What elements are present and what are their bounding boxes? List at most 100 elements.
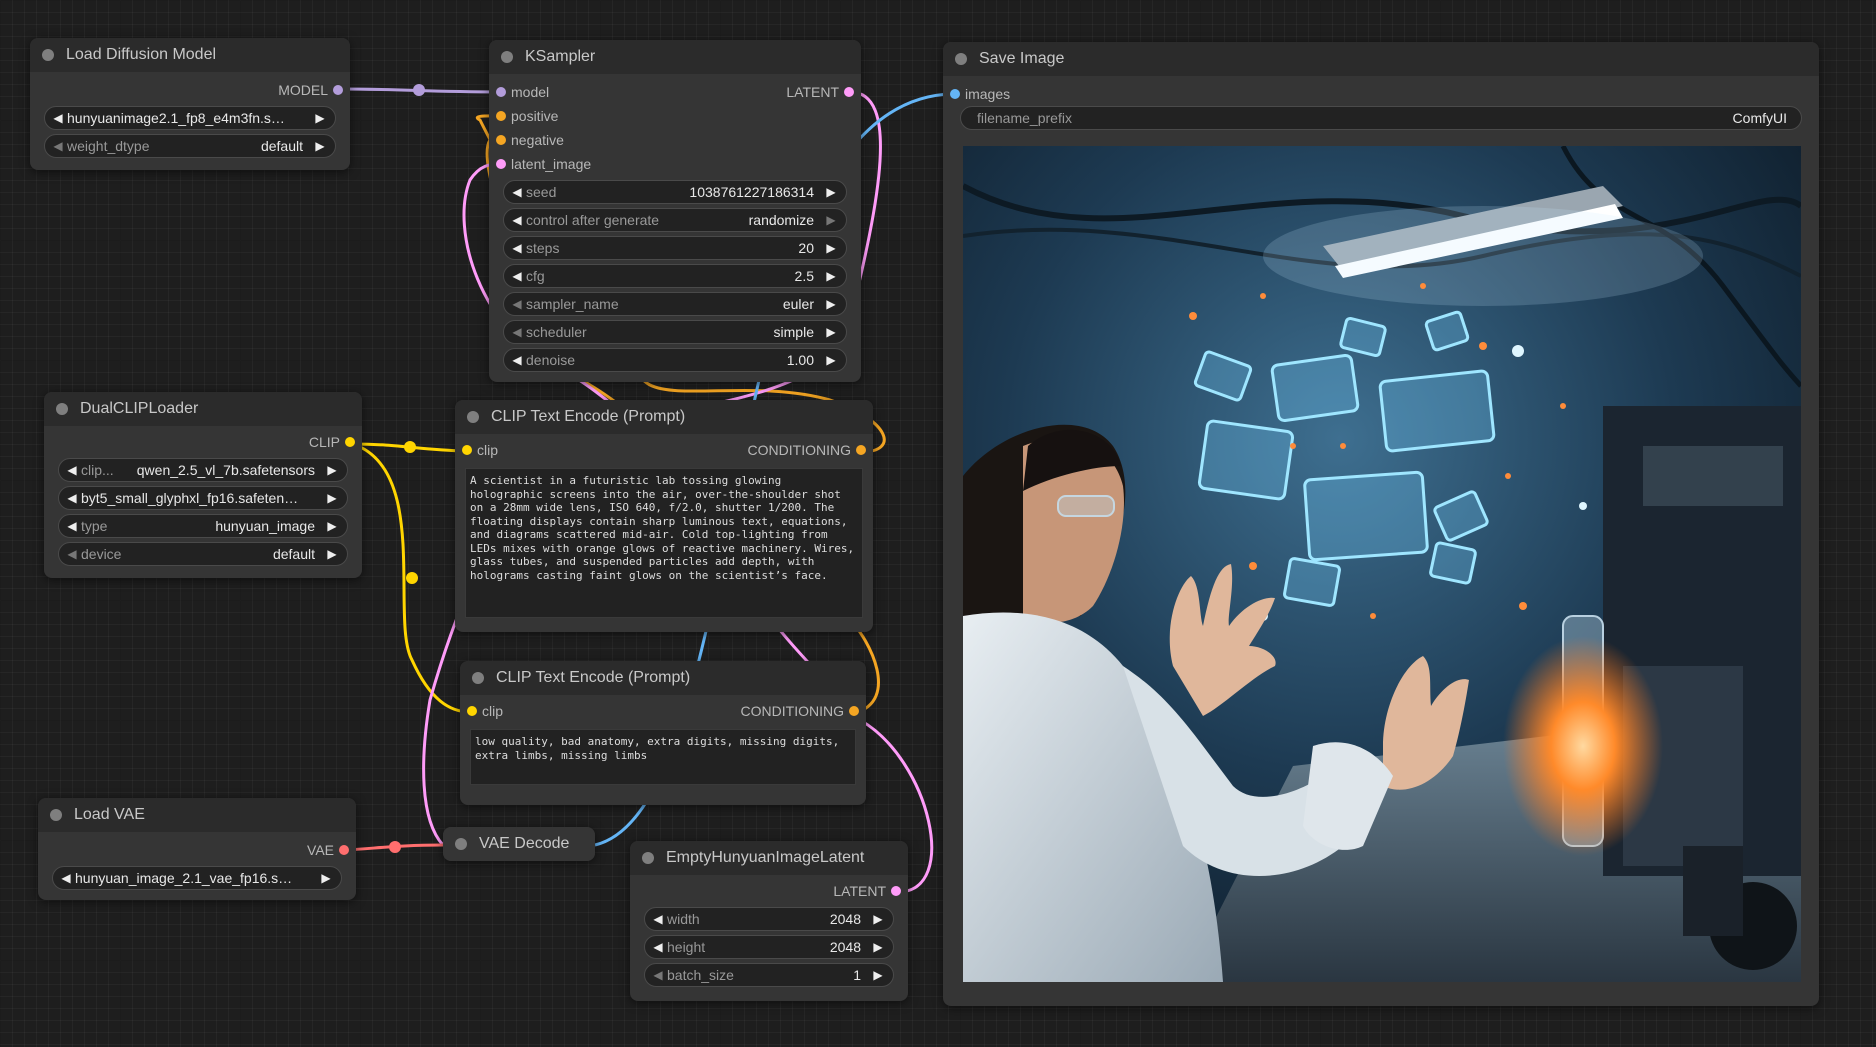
node-title[interactable]: EmptyHunyuanImageLatent [630,841,908,875]
arrow-left-icon[interactable]: ◀ [649,936,667,958]
arrow-right-icon[interactable]: ▶ [311,107,329,129]
node-empty-hunyuan-image-latent[interactable]: EmptyHunyuanImageLatent LATENT ◀ width 2… [630,841,908,1001]
node-save-image[interactable]: Save Image images filename_prefix ComfyU… [943,42,1819,1006]
collapse-dot-icon[interactable] [955,53,967,65]
arrow-right-icon[interactable]: ▶ [323,543,341,565]
arrow-left-icon[interactable]: ◀ [57,867,75,889]
prompt-textarea[interactable]: low quality, bad anatomy, extra digits, … [470,729,856,785]
collapse-dot-icon[interactable] [42,49,54,61]
widget-unet-name[interactable]: ◀ hunyuanimage2.1_fp8_e4m3fn.s… ▶ [44,106,336,130]
widget-filename-prefix[interactable]: filename_prefix ComfyUI [960,106,1802,130]
widget-cfg[interactable]: ◀ cfg 2.5 ▶ [503,264,847,288]
collapse-dot-icon[interactable] [56,403,68,415]
node-title[interactable]: CLIP Text Encode (Prompt) [455,400,873,434]
node-ksampler[interactable]: KSampler model LATENT positive negative … [489,40,861,382]
node-load-diffusion-model[interactable]: Load Diffusion Model MODEL ◀ hunyuanimag… [30,38,350,170]
node-title[interactable]: VAE Decode [443,827,595,861]
node-load-vae[interactable]: Load VAE VAE ◀ hunyuan_image_2.1_vae_fp1… [38,798,356,900]
widget-device[interactable]: ◀ device default ▶ [58,542,348,566]
arrow-left-icon[interactable]: ◀ [508,293,526,315]
widget-type[interactable]: ◀ type hunyuan_image ▶ [58,514,348,538]
output-port-model[interactable] [333,85,343,95]
node-clip-text-encode-positive[interactable]: CLIP Text Encode (Prompt) clip CONDITION… [455,400,873,632]
node-title[interactable]: KSampler [489,40,861,74]
arrow-left-icon[interactable]: ◀ [649,964,667,986]
arrow-right-icon[interactable]: ▶ [869,908,887,930]
arrow-right-icon[interactable]: ▶ [822,349,840,371]
node-dual-clip-loader[interactable]: DualCLIPLoader CLIP ◀ clip... qwen_2.5_v… [44,392,362,578]
arrow-right-icon[interactable]: ▶ [869,936,887,958]
arrow-right-icon[interactable]: ▶ [323,487,341,509]
arrow-right-icon[interactable]: ▶ [317,867,335,889]
input-port-positive[interactable] [496,111,506,121]
input-port-negative[interactable] [496,135,506,145]
arrow-left-icon[interactable]: ◀ [508,321,526,343]
arrow-right-icon[interactable]: ▶ [311,135,329,157]
arrow-left-icon[interactable]: ◀ [508,349,526,371]
collapse-dot-icon[interactable] [501,51,513,63]
widget-width[interactable]: ◀ width 2048 ▶ [644,907,894,931]
output-port-conditioning[interactable] [849,706,859,716]
widget-steps[interactable]: ◀ steps 20 ▶ [503,236,847,260]
arrow-left-icon[interactable]: ◀ [508,237,526,259]
widget-label: control after generate [526,212,660,228]
node-title[interactable]: Load VAE [38,798,356,832]
widget-sampler-name[interactable]: ◀ sampler_name euler ▶ [503,292,847,316]
collapse-dot-icon[interactable] [455,838,467,850]
arrow-left-icon[interactable]: ◀ [649,908,667,930]
widget-batch-size[interactable]: ◀ batch_size 1 ▶ [644,963,894,987]
arrow-right-icon[interactable]: ▶ [822,293,840,315]
widget-vae-name[interactable]: ◀ hunyuan_image_2.1_vae_fp16.s… ▶ [52,866,342,890]
arrow-left-icon[interactable]: ◀ [508,209,526,231]
generated-image-preview[interactable] [963,146,1801,982]
node-title-text: KSampler [525,48,596,65]
widget-weight-dtype[interactable]: ◀ weight_dtype default ▶ [44,134,336,158]
widget-clip-name2[interactable]: ◀ byt5_small_glyphxl_fp16.safeten… ▶ [58,486,348,510]
arrow-right-icon[interactable]: ▶ [869,964,887,986]
input-port-model[interactable] [496,87,506,97]
node-title[interactable]: Load Diffusion Model [30,38,350,72]
node-title[interactable]: CLIP Text Encode (Prompt) [460,661,866,695]
arrow-right-icon[interactable]: ▶ [323,515,341,537]
arrow-right-icon[interactable]: ▶ [822,321,840,343]
arrow-left-icon[interactable]: ◀ [63,459,81,481]
arrow-left-icon[interactable]: ◀ [508,265,526,287]
prompt-textarea[interactable]: A scientist in a futuristic lab tossing … [465,468,863,618]
arrow-left-icon[interactable]: ◀ [508,181,526,203]
output-port-vae[interactable] [339,845,349,855]
collapse-dot-icon[interactable] [472,672,484,684]
arrow-left-icon[interactable]: ◀ [63,515,81,537]
widget-clip-name1[interactable]: ◀ clip... qwen_2.5_vl_7b.safetensors ▶ [58,458,348,482]
output-port-conditioning[interactable] [856,445,866,455]
node-title[interactable]: Save Image [943,42,1819,76]
widget-height[interactable]: ◀ height 2048 ▶ [644,935,894,959]
arrow-right-icon[interactable]: ▶ [822,181,840,203]
arrow-left-icon[interactable]: ◀ [49,135,67,157]
widget-denoise[interactable]: ◀ denoise 1.00 ▶ [503,348,847,372]
node-clip-text-encode-negative[interactable]: CLIP Text Encode (Prompt) clip CONDITION… [460,661,866,805]
collapse-dot-icon[interactable] [642,852,654,864]
widget-control-after-generate[interactable]: ◀ control after generate randomize ▶ [503,208,847,232]
collapse-dot-icon[interactable] [467,411,479,423]
arrow-right-icon[interactable]: ▶ [822,237,840,259]
input-port-clip[interactable] [462,445,472,455]
output-port-latent[interactable] [844,87,854,97]
input-port-images[interactable] [950,89,960,99]
output-port-clip[interactable] [345,437,355,447]
output-port-latent[interactable] [891,886,901,896]
arrow-left-icon[interactable]: ◀ [49,107,67,129]
arrow-right-icon[interactable]: ▶ [323,459,341,481]
widget-scheduler[interactable]: ◀ scheduler simple ▶ [503,320,847,344]
arrow-left-icon[interactable]: ◀ [63,543,81,565]
widget-value: hunyuan_image [215,518,315,534]
arrow-right-icon[interactable]: ▶ [822,265,840,287]
arrow-left-icon[interactable]: ◀ [63,487,81,509]
node-graph-canvas[interactable]: Load Diffusion Model MODEL ◀ hunyuanimag… [0,0,1876,1047]
arrow-right-icon[interactable]: ▶ [822,209,840,231]
node-vae-decode[interactable]: VAE Decode [443,827,595,861]
node-title[interactable]: DualCLIPLoader [44,392,362,426]
input-port-latent-image[interactable] [496,159,506,169]
input-port-clip[interactable] [467,706,477,716]
widget-seed[interactable]: ◀ seed 1038761227186314 ▶ [503,180,847,204]
collapse-dot-icon[interactable] [50,809,62,821]
